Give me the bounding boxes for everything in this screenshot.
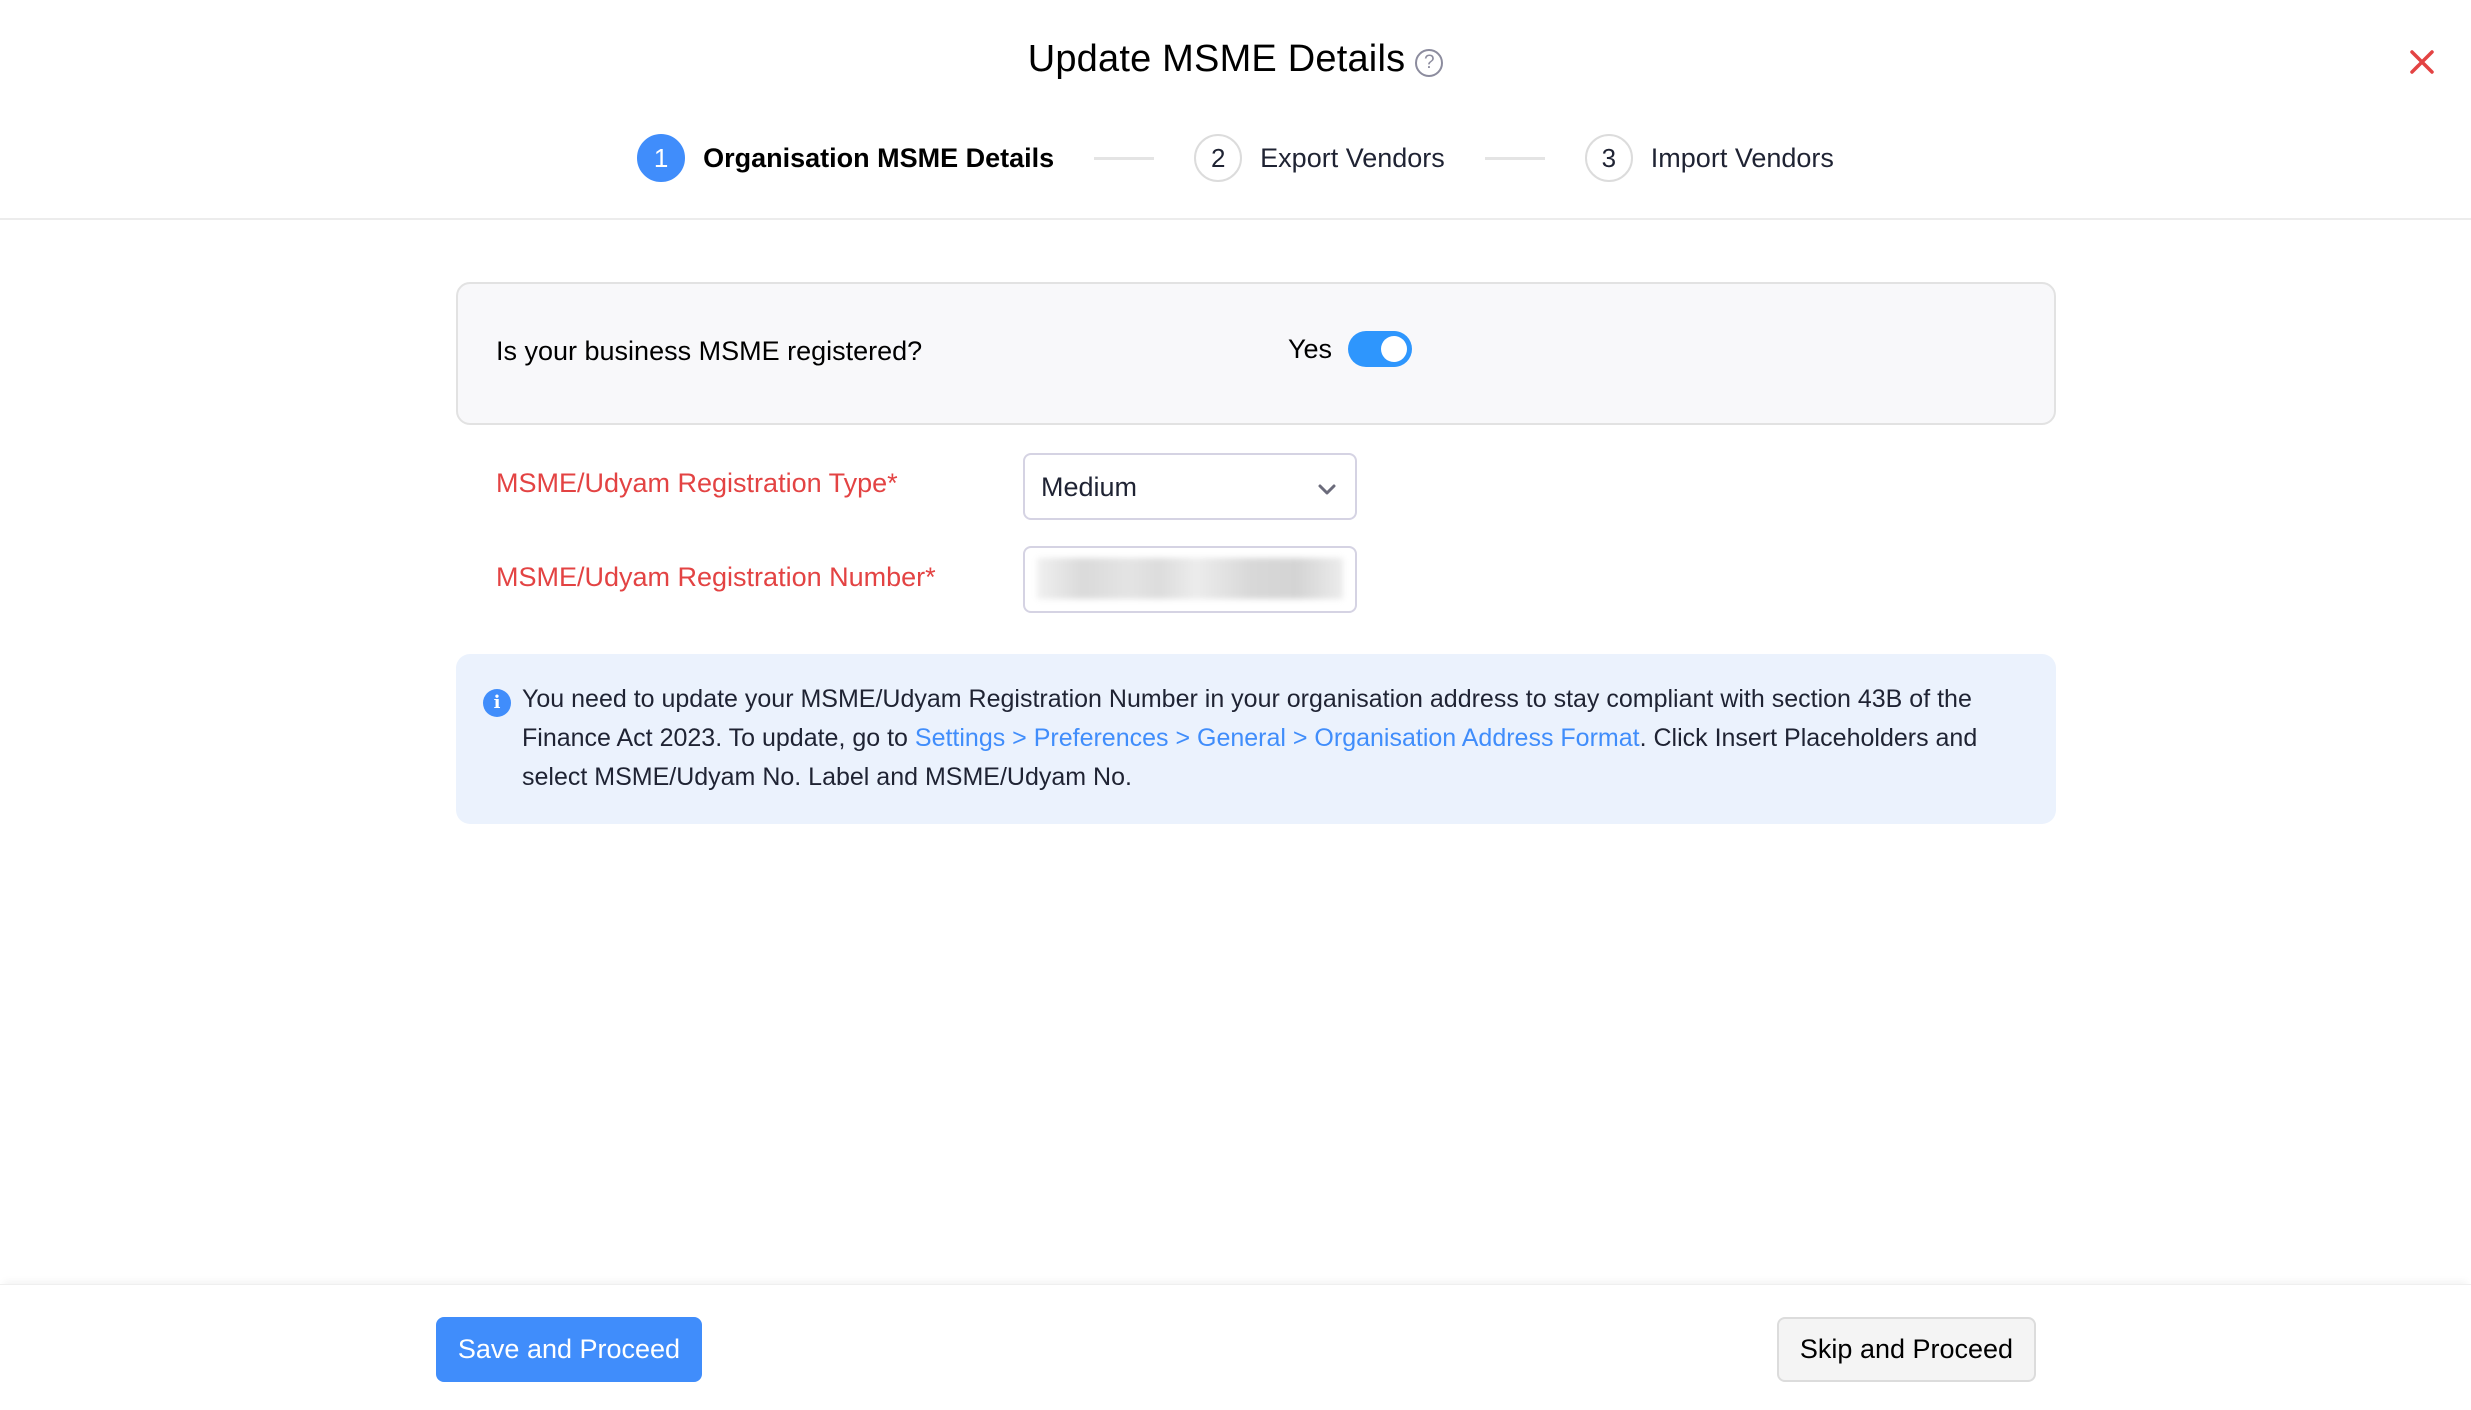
msme-registered-card: Is your business MSME registered? Yes xyxy=(456,282,2056,425)
step-label: Export Vendors xyxy=(1260,142,1445,173)
chevron-down-icon xyxy=(1318,484,1336,495)
toggle-state-label: Yes xyxy=(1288,334,1333,364)
registration-type-label: MSME/Udyam Registration Type* xyxy=(496,468,898,498)
stepper: 1 Organisation MSME Details 2 Export Ven… xyxy=(0,134,2471,182)
step-export-vendors[interactable]: 2 Export Vendors xyxy=(1194,134,1445,182)
registration-number-label: MSME/Udyam Registration Number* xyxy=(496,562,936,592)
compliance-info-banner: i You need to update your MSME/Udyam Reg… xyxy=(456,654,2056,824)
close-x-icon xyxy=(2410,50,2434,74)
save-and-proceed-button[interactable]: Save and Proceed xyxy=(436,1317,702,1382)
step-number-badge: 1 xyxy=(637,134,686,182)
info-icon: i xyxy=(483,689,511,717)
step-number-badge: 2 xyxy=(1194,134,1243,182)
step-label: Organisation MSME Details xyxy=(703,142,1055,173)
step-label: Import Vendors xyxy=(1650,142,1834,173)
step-connector xyxy=(1484,156,1545,160)
step-import-vendors[interactable]: 3 Import Vendors xyxy=(1584,134,1834,182)
page-title: Update MSME Details xyxy=(1027,38,1406,80)
settings-path-link[interactable]: Settings > Preferences > General > Organ… xyxy=(915,724,1640,752)
modal-footer: Save and Proceed Skip and Proceed xyxy=(0,1284,2471,1410)
step-number-badge: 3 xyxy=(1584,134,1633,182)
msme-registered-toggle[interactable] xyxy=(1348,331,1412,367)
info-message: You need to update your MSME/Udyam Regis… xyxy=(522,680,2032,797)
msme-registered-question: Is your business MSME registered? xyxy=(496,336,923,366)
close-button[interactable] xyxy=(2404,44,2440,80)
registration-type-value: Medium xyxy=(1041,472,1138,502)
registration-number-input[interactable]: (redacted / blurred) xyxy=(1023,546,1357,613)
toggle-knob xyxy=(1381,336,1407,362)
step-connector xyxy=(1094,156,1155,160)
registration-number-blurred-value: (redacted / blurred) xyxy=(1037,558,1343,599)
registration-type-select[interactable]: Medium xyxy=(1023,453,1357,520)
step-organisation-msme-details[interactable]: 1 Organisation MSME Details xyxy=(637,134,1054,182)
question-circle-icon[interactable]: ? xyxy=(1415,48,1444,77)
title-row: Update MSME Details ? xyxy=(0,38,2471,81)
skip-and-proceed-button[interactable]: Skip and Proceed xyxy=(1777,1317,2036,1382)
modal-header: Update MSME Details ? 1 Organisation MSM… xyxy=(0,0,2471,220)
